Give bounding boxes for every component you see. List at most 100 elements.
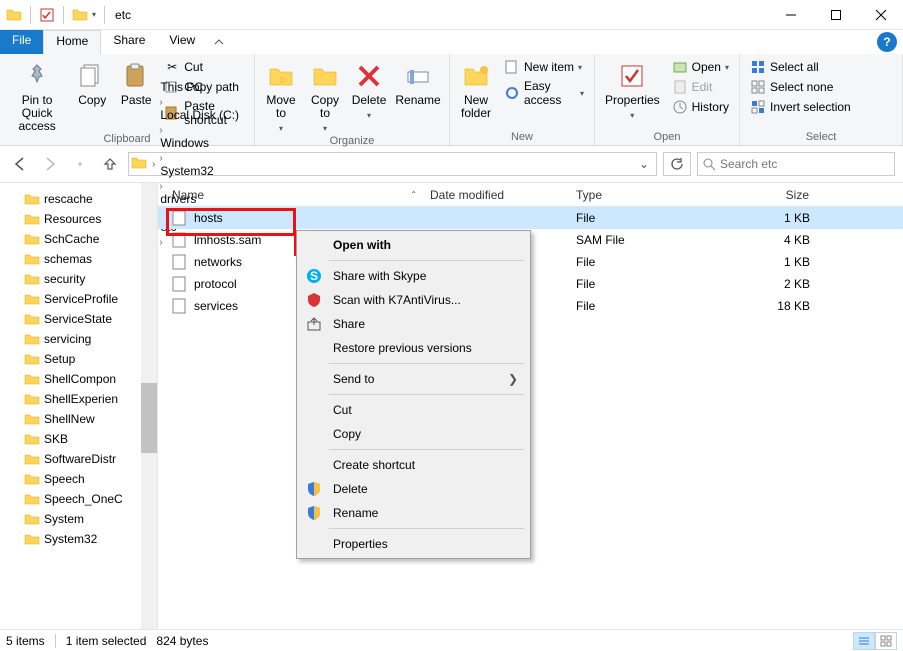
tree-item[interactable]: ServiceProfile — [4, 289, 157, 309]
new-folder-button[interactable]: New folder — [456, 56, 496, 120]
context-item[interactable]: Create shortcut — [299, 453, 528, 477]
breadcrumb-separator-icon[interactable]: › — [158, 125, 163, 136]
select-all-button[interactable]: Select all — [746, 58, 855, 76]
context-item[interactable]: Copy — [299, 422, 528, 446]
open-button[interactable]: Open ▾ — [668, 58, 733, 76]
back-button[interactable] — [8, 152, 32, 176]
tree-item[interactable]: ShellExperien — [4, 389, 157, 409]
delete-button[interactable]: Delete▾ — [349, 56, 389, 122]
ribbon-collapse-icon[interactable] — [207, 30, 231, 54]
select-none-icon — [750, 79, 766, 95]
folder-icon — [24, 491, 40, 507]
col-name[interactable]: Name⌃ — [166, 188, 424, 202]
context-item[interactable]: Send to❯ — [299, 367, 528, 391]
tree-item[interactable]: Resources — [4, 209, 157, 229]
select-none-button[interactable]: Select none — [746, 78, 855, 96]
tree-item[interactable]: Setup — [4, 349, 157, 369]
file-type: SAM File — [570, 233, 716, 247]
tree-item[interactable]: System32 — [4, 529, 157, 549]
breadcrumb-separator-icon[interactable]: › — [158, 153, 163, 164]
qat-properties-icon[interactable] — [37, 5, 57, 25]
context-item[interactable]: Delete — [299, 477, 528, 501]
titlebar: ▾ etc — [0, 0, 903, 30]
col-size[interactable]: Size — [716, 188, 816, 202]
tab-home[interactable]: Home — [43, 30, 101, 54]
context-item-label: Share — [333, 317, 518, 331]
context-item[interactable]: Share — [299, 312, 528, 336]
properties-button[interactable]: Properties▾ — [601, 56, 664, 122]
folder-icon — [24, 391, 40, 407]
nav-tree[interactable]: rescacheResourcesSchCacheschemassecurity… — [0, 183, 158, 629]
breadcrumb-separator-icon[interactable]: › — [158, 97, 163, 108]
col-type[interactable]: Type — [570, 188, 716, 202]
tree-item[interactable]: SKB — [4, 429, 157, 449]
tree-item[interactable]: rescache — [4, 189, 157, 209]
tab-share[interactable]: Share — [101, 30, 157, 54]
col-date[interactable]: Date modified — [424, 188, 570, 202]
copy-to-button[interactable]: Copy to▾ — [305, 56, 345, 135]
folder-icon — [24, 271, 40, 287]
forward-button[interactable] — [38, 152, 62, 176]
folder-icon — [24, 211, 40, 227]
context-item[interactable]: Restore previous versions — [299, 336, 528, 360]
tree-item[interactable]: Speech_OneC — [4, 489, 157, 509]
new-item-button[interactable]: New item ▾ — [500, 58, 588, 76]
context-item[interactable]: Properties — [299, 532, 528, 556]
maximize-button[interactable] — [813, 0, 858, 30]
file-size: 1 KB — [716, 211, 816, 225]
breadcrumb-segment[interactable]: System32 — [158, 164, 241, 178]
tree-item[interactable]: SchCache — [4, 229, 157, 249]
invert-selection-button[interactable]: Invert selection — [746, 98, 855, 116]
address-bar[interactable]: › This PC›Local Disk (C:)›Windows›System… — [128, 152, 657, 176]
recent-dropdown[interactable]: ▾ — [68, 152, 92, 176]
scrollbar-thumb[interactable] — [141, 383, 157, 453]
context-separator — [329, 528, 524, 529]
tab-file[interactable]: File — [0, 30, 43, 54]
copy-button[interactable]: Copy — [72, 56, 112, 107]
context-item[interactable]: SShare with Skype — [299, 264, 528, 288]
breadcrumb-segment[interactable]: Windows — [158, 136, 241, 150]
file-name: hosts — [194, 211, 223, 225]
context-item[interactable]: Rename — [299, 501, 528, 525]
folder-icon — [24, 371, 40, 387]
context-item[interactable]: Scan with K7AntiVirus... — [299, 288, 528, 312]
up-button[interactable] — [98, 152, 122, 176]
breadcrumb-segment[interactable]: This PC — [158, 80, 241, 94]
move-to-button[interactable]: Move to▾ — [261, 56, 301, 135]
refresh-button[interactable] — [663, 152, 691, 176]
column-headers[interactable]: Name⌃ Date modified Type Size — [158, 183, 903, 207]
tree-scrollbar[interactable] — [141, 183, 157, 629]
view-details-button[interactable] — [853, 632, 875, 650]
close-button[interactable] — [858, 0, 903, 30]
easy-access-button[interactable]: Easy access ▾ — [500, 78, 588, 108]
tree-item[interactable]: security — [4, 269, 157, 289]
tree-item[interactable]: ShellCompon — [4, 369, 157, 389]
group-label-new: New — [456, 131, 588, 145]
context-item[interactable]: Open with — [299, 233, 528, 257]
file-row[interactable]: hostsFile1 KB — [158, 207, 903, 229]
tree-item[interactable]: Speech — [4, 469, 157, 489]
rename-icon — [402, 60, 434, 92]
minimize-button[interactable] — [768, 0, 813, 30]
breadcrumb-segment[interactable]: Local Disk (C:) — [158, 108, 241, 122]
tree-item[interactable]: SoftwareDistr — [4, 449, 157, 469]
tree-item[interactable]: ServiceState — [4, 309, 157, 329]
search-input[interactable]: Search etc — [697, 152, 895, 176]
group-organize: Move to▾ Copy to▾ Delete▾ Rename Organiz… — [255, 54, 450, 145]
tree-item[interactable]: servicing — [4, 329, 157, 349]
help-button[interactable]: ? — [877, 32, 897, 52]
tree-item[interactable]: System — [4, 509, 157, 529]
qat-dropdown-icon[interactable]: ▾ — [92, 10, 96, 19]
tab-view[interactable]: View — [157, 30, 207, 54]
tree-item[interactable]: schemas — [4, 249, 157, 269]
context-item[interactable]: Cut — [299, 398, 528, 422]
tree-item-label: ShellExperien — [44, 392, 118, 406]
cut-button[interactable]: ✂Cut — [160, 58, 248, 76]
history-button[interactable]: History — [668, 98, 733, 116]
paste-button[interactable]: Paste — [116, 56, 156, 107]
rename-button[interactable]: Rename — [393, 56, 443, 107]
address-dropdown-icon[interactable]: ⌄ — [634, 157, 654, 171]
tree-item[interactable]: ShellNew — [4, 409, 157, 429]
view-large-icons-button[interactable] — [875, 632, 897, 650]
pin-to-quick-access-button[interactable]: Pin to Quick access — [6, 56, 68, 133]
